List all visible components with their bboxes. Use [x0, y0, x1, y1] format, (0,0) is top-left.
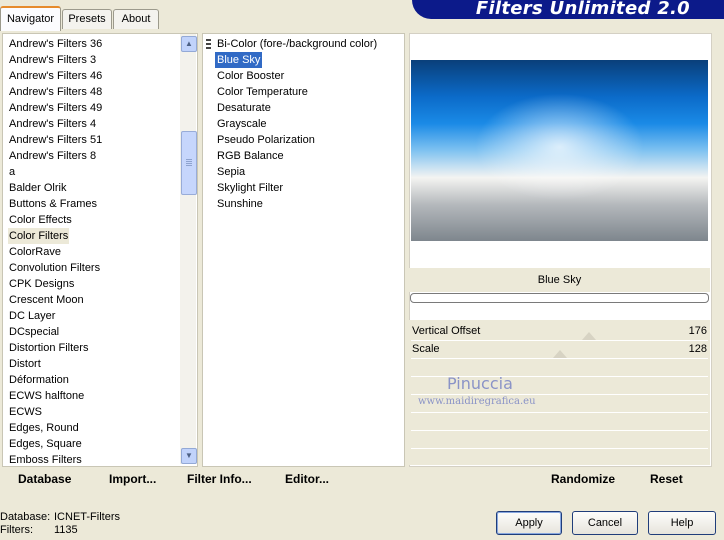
- category-item[interactable]: Andrew's Filters 51: [8, 132, 103, 148]
- slider-value: 128: [688, 343, 707, 355]
- category-item[interactable]: DC Layer: [8, 308, 56, 324]
- filter-item[interactable]: Bi-Color (fore-/background color): [215, 36, 379, 52]
- status-filters-label: Filters:: [0, 524, 33, 536]
- category-item[interactable]: Buttons & Frames: [8, 196, 98, 212]
- filter-item[interactable]: Sepia: [215, 164, 247, 180]
- reset-button[interactable]: Reset: [650, 472, 683, 490]
- database-button[interactable]: Database: [18, 472, 71, 490]
- filter-item[interactable]: Skylight Filter: [215, 180, 285, 196]
- cancel-button[interactable]: Cancel: [572, 511, 638, 535]
- help-button[interactable]: Help: [648, 511, 716, 535]
- filter-item[interactable]: Grayscale: [215, 116, 269, 132]
- category-item[interactable]: Déformation: [8, 372, 70, 388]
- category-item[interactable]: Andrew's Filters 46: [8, 68, 103, 84]
- filter-info-button[interactable]: Filter Info...: [187, 472, 252, 490]
- slider-label: Vertical Offset: [412, 325, 481, 337]
- preview-highlight: [411, 60, 708, 241]
- category-item[interactable]: Edges, Square: [8, 436, 83, 452]
- scroll-down-button[interactable]: ▼: [181, 448, 197, 464]
- category-item[interactable]: Andrew's Filters 48: [8, 84, 103, 100]
- slider-scale[interactable]: Scale 128: [409, 341, 710, 358]
- category-list[interactable]: Andrew's Filters 36 Andrew's Filters 3 And…: [2, 33, 198, 467]
- status-database-value: ICNET-Filters: [54, 511, 120, 523]
- category-item[interactable]: Andrew's Filters 36: [8, 36, 103, 52]
- slider-thumb[interactable]: [553, 350, 568, 358]
- filter-grip-icon: [206, 39, 211, 49]
- tab-about[interactable]: About: [113, 9, 159, 29]
- scroll-up-button[interactable]: ▲: [181, 36, 197, 52]
- category-item[interactable]: Andrew's Filters 8: [8, 148, 97, 164]
- slider-vertical-offset[interactable]: Vertical Offset 176: [409, 323, 710, 340]
- progress-bar: [410, 293, 709, 303]
- category-item[interactable]: Andrew's Filters 3: [8, 52, 97, 68]
- tab-presets[interactable]: Presets: [62, 9, 112, 29]
- title-banner: Filters Unlimited 2.0: [412, 0, 724, 19]
- category-item[interactable]: CPK Designs: [8, 276, 75, 292]
- filter-item[interactable]: Color Booster: [215, 68, 286, 84]
- filter-item[interactable]: Color Temperature: [215, 84, 310, 100]
- filter-item[interactable]: Pseudo Polarization: [215, 132, 317, 148]
- status-database-label: Database:: [0, 511, 51, 523]
- slider-thumb[interactable]: [581, 332, 596, 340]
- scroll-thumb[interactable]: [181, 131, 197, 195]
- category-item[interactable]: Distort: [8, 356, 42, 372]
- category-item[interactable]: Crescent Moon: [8, 292, 85, 308]
- filter-list[interactable]: Bi-Color (fore-/background color) Blue Sk…: [202, 33, 405, 467]
- category-item[interactable]: ColorRave: [8, 244, 62, 260]
- status-filters-value: 1135: [54, 524, 78, 536]
- category-item[interactable]: Color Filters: [8, 228, 70, 244]
- category-item[interactable]: Distortion Filters: [8, 340, 89, 356]
- watermark-url: www.maidiregrafica.eu: [418, 396, 536, 407]
- category-item[interactable]: ECWS halftone: [8, 388, 85, 404]
- tab-navigator[interactable]: Navigator: [0, 6, 61, 31]
- watermark-signature: Pinuccia: [447, 374, 513, 393]
- category-item[interactable]: DCspecial: [8, 324, 60, 340]
- randomize-button[interactable]: Randomize: [551, 472, 615, 490]
- category-scrollbar[interactable]: ▲ ▼: [180, 34, 197, 464]
- category-item[interactable]: Edges, Round: [8, 420, 80, 436]
- category-item[interactable]: Emboss Filters: [8, 452, 83, 468]
- slider-value: 176: [688, 325, 707, 337]
- category-item[interactable]: a: [8, 164, 16, 180]
- slider-label: Scale: [412, 343, 440, 355]
- category-item[interactable]: Convolution Filters: [8, 260, 101, 276]
- preview-filter-name: Blue Sky: [409, 268, 710, 292]
- category-item[interactable]: Andrew's Filters 49: [8, 100, 103, 116]
- filter-item[interactable]: Blue Sky: [215, 52, 263, 68]
- filter-item[interactable]: Sunshine: [215, 196, 265, 212]
- editor-button[interactable]: Editor...: [285, 472, 329, 490]
- apply-button[interactable]: Apply: [496, 511, 562, 535]
- category-item[interactable]: Color Effects: [8, 212, 73, 228]
- category-item[interactable]: Andrew's Filters 4: [8, 116, 97, 132]
- category-item[interactable]: Balder Olrik: [8, 180, 67, 196]
- filter-item[interactable]: Desaturate: [215, 100, 273, 116]
- app-title: Filters Unlimited 2.0: [475, 0, 690, 19]
- import-button[interactable]: Import...: [109, 472, 156, 490]
- category-item[interactable]: ECWS: [8, 404, 43, 420]
- filter-item[interactable]: RGB Balance: [215, 148, 286, 164]
